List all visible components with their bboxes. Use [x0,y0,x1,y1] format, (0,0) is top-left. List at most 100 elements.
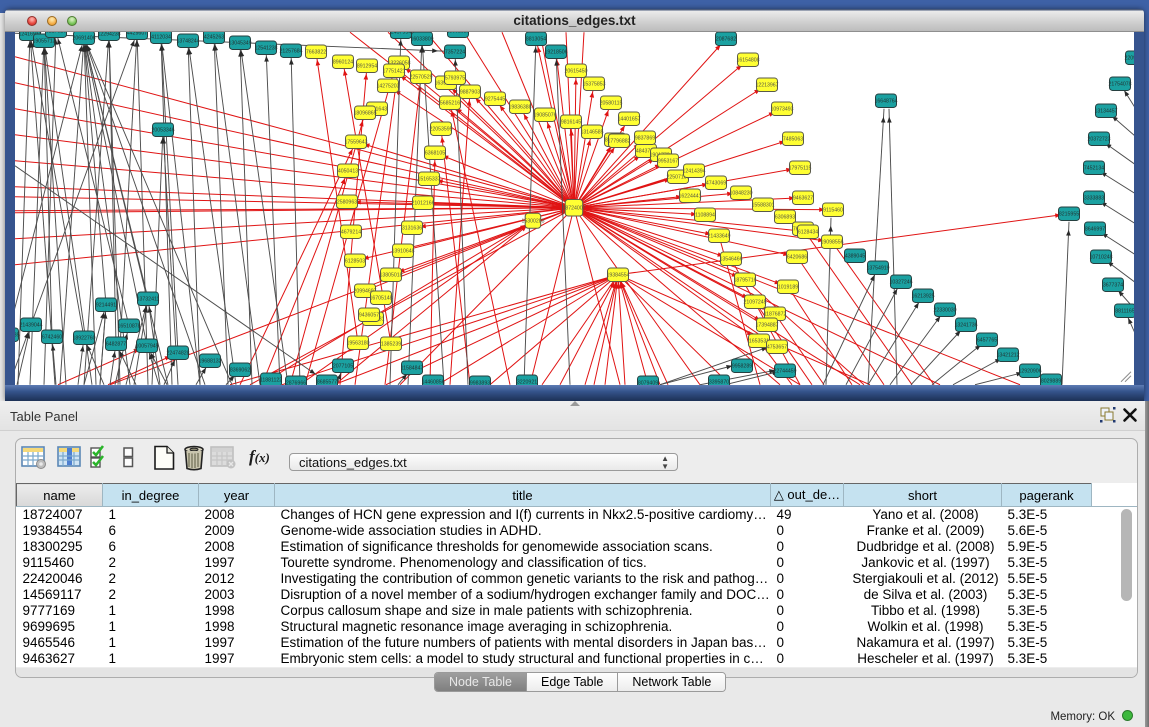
svg-text:14401657: 14401657 [617,116,640,122]
svg-text:7485063: 7485063 [783,136,803,142]
svg-text:4112034: 4112034 [151,34,171,40]
svg-text:6457765: 6457765 [977,337,997,343]
svg-text:9953167: 9953167 [658,158,678,164]
svg-text:16705148: 16705148 [369,295,392,301]
svg-text:6128434: 6128434 [798,229,818,235]
svg-text:10710248: 10710248 [1089,254,1112,260]
svg-text:12213967: 12213967 [755,82,778,88]
svg-text:3131636: 3131636 [402,225,422,231]
svg-text:12920906: 12920906 [1018,368,1041,374]
svg-text:13546466: 13546466 [719,256,742,262]
svg-text:6742460: 6742460 [42,334,62,340]
svg-text:15588301: 15588301 [751,202,774,208]
svg-text:9436057: 9436057 [359,312,379,318]
svg-text:18922760: 18922760 [72,335,95,341]
svg-text:9958289: 9958289 [732,363,752,369]
svg-text:13910648: 13910648 [391,248,414,254]
svg-text:19688132: 19688132 [198,358,221,364]
svg-text:21257684: 21257684 [279,48,302,54]
svg-text:1019189: 1019189 [778,284,798,290]
svg-text:17559643: 17559643 [344,139,367,145]
svg-text:11881122: 11881122 [260,377,282,383]
svg-text:18096865: 18096865 [353,110,376,116]
svg-text:4429607: 4429607 [127,32,147,37]
svg-text:16224441: 16224441 [678,193,701,199]
svg-text:4245263: 4245263 [204,34,224,40]
svg-text:13748244: 13748244 [176,38,199,44]
svg-text:8646997: 8646997 [1085,226,1105,232]
svg-text:18992829: 18992829 [446,32,469,35]
svg-text:2087682: 2087682 [716,36,736,42]
svg-text:17796882: 17796882 [607,138,630,144]
svg-text:13045349: 13045349 [228,40,251,46]
svg-text:21754078: 21754078 [1108,81,1131,87]
svg-text:6420686: 6420686 [787,254,807,260]
svg-text:19384554: 19384554 [606,272,629,278]
svg-text:2077105: 2077105 [333,363,353,369]
svg-text:9463627: 9463627 [793,195,813,201]
svg-text:19563180: 19563180 [346,340,369,346]
svg-text:19836388: 19836388 [508,104,531,110]
svg-text:8811165: 8811165 [1115,308,1134,314]
svg-text:10327246: 10327246 [889,279,912,285]
svg-text:2457954: 2457954 [391,32,411,36]
svg-text:13134457: 13134457 [1094,108,1117,114]
svg-text:6368105: 6368105 [425,150,445,156]
svg-text:21439044: 21439044 [19,322,42,328]
svg-text:4389045: 4389045 [845,253,865,259]
svg-text:21433649: 21433649 [707,233,730,239]
svg-text:15375853: 15375853 [582,81,605,87]
svg-text:21097245: 21097245 [743,299,766,305]
svg-text:16213925: 16213925 [911,293,934,299]
svg-text:3677374: 3677374 [1103,282,1123,288]
svg-text:13421212: 13421212 [996,352,1019,358]
svg-text:22744459: 22744459 [773,368,796,374]
svg-text:9837869: 9837869 [635,135,655,141]
svg-text:20372723: 20372723 [1087,136,1110,142]
svg-text:16510878: 16510878 [117,323,140,329]
svg-text:17975115: 17975115 [789,165,812,171]
svg-text:1385239: 1385239 [381,341,401,347]
svg-text:12294238: 12294238 [97,32,120,38]
svg-text:6217026: 6217026 [46,32,66,35]
svg-text:8215955: 8215955 [1059,211,1079,217]
svg-text:13146585: 13146585 [580,129,603,135]
svg-text:13241736: 13241736 [954,322,977,328]
svg-text:4050413: 4050413 [338,168,358,174]
svg-text:2580963: 2580963 [337,199,357,205]
svg-text:10057945: 10057945 [135,343,158,349]
svg-text:9816145: 9816145 [561,119,581,125]
svg-text:22474828: 22474828 [166,350,189,356]
svg-text:9887903: 9887903 [460,89,480,95]
svg-text:8029889: 8029889 [1041,378,1061,384]
svg-text:7452134: 7452134 [1084,165,1104,171]
svg-text:21012166: 21012166 [411,200,434,206]
svg-text:4679214: 4679214 [341,229,361,235]
svg-text:22570529: 22570529 [409,74,432,80]
svg-text:4753657: 4753657 [767,344,787,350]
svg-text:8813054: 8813054 [526,36,546,42]
svg-text:13732411: 13732411 [137,296,160,302]
svg-text:6306893: 6306893 [775,214,795,220]
svg-text:16154808: 16154808 [736,57,759,63]
svg-text:10973493: 10973493 [770,106,793,112]
svg-text:20615450: 20615450 [564,68,587,74]
svg-text:6482877: 6482877 [106,341,126,347]
svg-text:11876872: 11876872 [764,311,787,317]
svg-text:5685216: 5685216 [440,100,460,106]
svg-text:9275445: 9275445 [485,96,505,102]
svg-text:7357224: 7357224 [445,49,465,55]
svg-text:10848230: 10848230 [729,190,752,196]
svg-text:22053595: 22053595 [429,126,452,132]
svg-text:8369062: 8369062 [230,367,250,373]
svg-text:8960124: 8960124 [333,59,353,65]
svg-text:22093651: 22093651 [1124,55,1134,61]
svg-text:7663822: 7663822 [306,49,326,55]
svg-text:12541238: 12541238 [254,45,277,51]
svg-text:18795716: 18795716 [733,277,756,283]
svg-text:15165337: 15165337 [417,176,440,182]
svg-text:12414394: 12414394 [682,168,705,174]
svg-text:16033809: 16033809 [410,36,433,42]
svg-text:18724007: 18724007 [562,205,585,211]
svg-text:8912954: 8912954 [357,63,377,69]
